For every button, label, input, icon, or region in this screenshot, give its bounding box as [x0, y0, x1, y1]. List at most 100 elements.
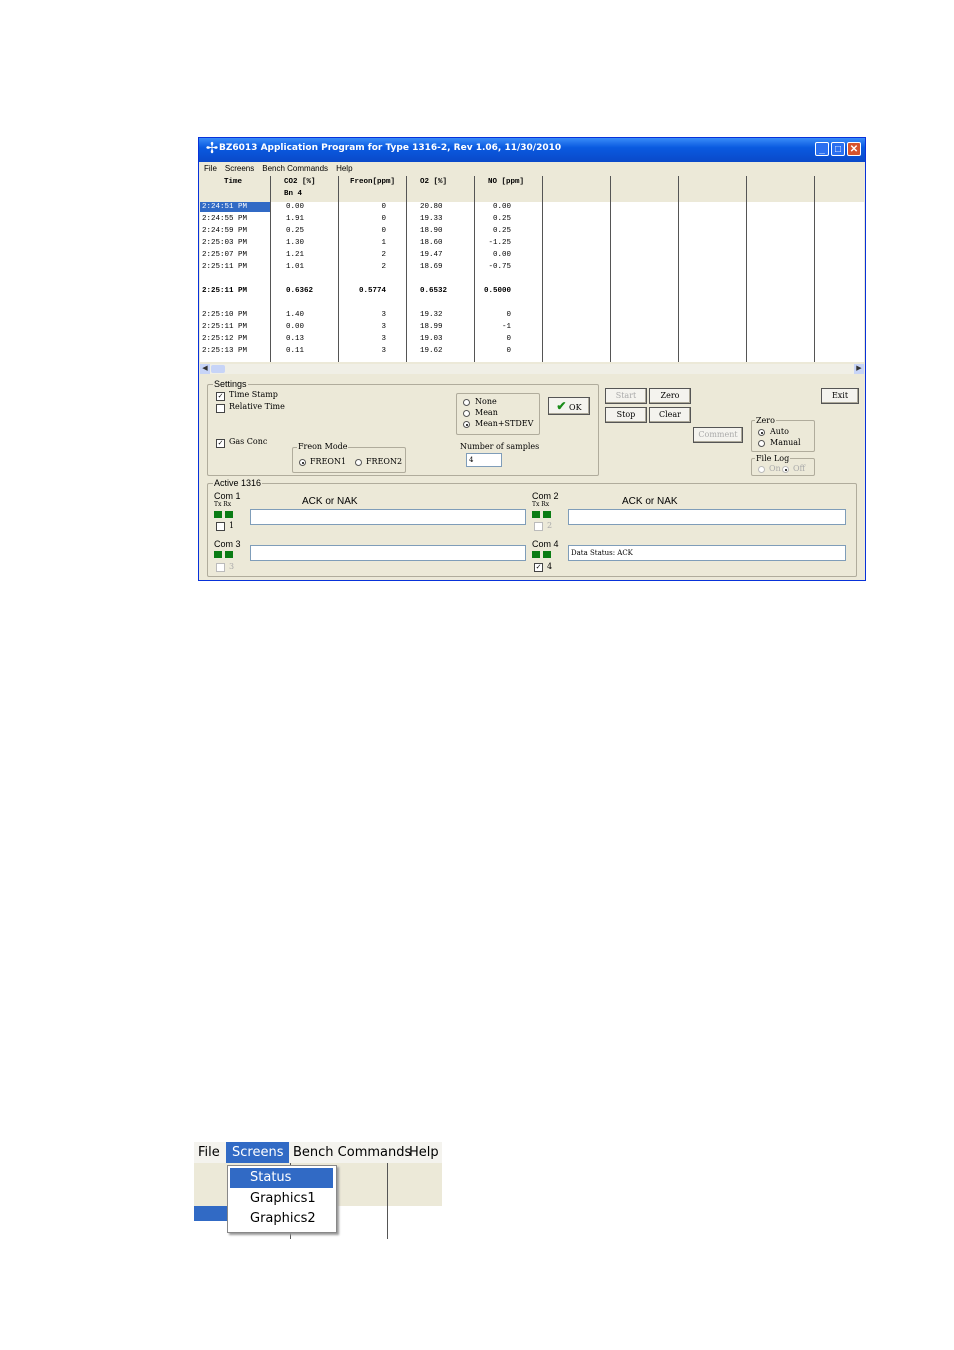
close-button[interactable]: ✕: [847, 142, 861, 156]
zoom-menu-bench-commands[interactable]: Bench Commands: [293, 1142, 411, 1163]
com4-checkbox[interactable]: ✓: [534, 563, 543, 572]
header-freon[interactable]: Freon[ppm]: [350, 178, 395, 186]
table-cell[interactable]: 1.40: [286, 311, 304, 319]
start-button[interactable]: Start: [605, 388, 647, 404]
minimize-button[interactable]: _: [815, 142, 829, 156]
none-radio[interactable]: [463, 399, 470, 406]
table-cell[interactable]: 0: [381, 227, 386, 235]
freon2-radio[interactable]: [355, 459, 362, 466]
table-cell[interactable]: 20.80: [420, 203, 443, 211]
header-time[interactable]: Time: [224, 178, 242, 186]
table-cell[interactable]: 0.25: [493, 215, 511, 223]
table-cell[interactable]: 0.00: [493, 203, 511, 211]
zoom-menu-file[interactable]: File: [198, 1142, 220, 1163]
log-off-radio[interactable]: [782, 466, 789, 473]
com2-status-field[interactable]: [568, 509, 846, 525]
time-stamp-checkbox[interactable]: ✓: [216, 392, 225, 401]
scroll-thumb[interactable]: [211, 365, 225, 373]
table-cell[interactable]: 0.00: [286, 203, 304, 211]
scroll-left-icon[interactable]: ◀: [200, 364, 210, 374]
row-time-cell[interactable]: 2:25:07 PM: [202, 251, 247, 259]
table-cell[interactable]: 0.11: [286, 347, 304, 355]
table-cell[interactable]: 0: [381, 203, 386, 211]
stop-button[interactable]: Stop: [605, 407, 647, 423]
com2-checkbox[interactable]: [534, 522, 543, 531]
freon1-radio[interactable]: [299, 459, 306, 466]
row-time-cell[interactable]: 2:24:55 PM: [202, 215, 247, 223]
table-cell[interactable]: -1: [502, 323, 511, 331]
table-cell[interactable]: -0.75: [488, 263, 511, 271]
table-cell[interactable]: 0.00: [493, 251, 511, 259]
table-cell[interactable]: 1.01: [286, 263, 304, 271]
num-samples-input[interactable]: 4: [466, 453, 502, 467]
table-cell[interactable]: 3: [381, 311, 386, 319]
ok-button[interactable]: ✔ OK: [548, 397, 590, 415]
scroll-right-icon[interactable]: ▶: [854, 364, 864, 374]
table-cell[interactable]: 0.25: [286, 227, 304, 235]
table-cell[interactable]: 0.5000: [484, 287, 511, 295]
clear-button[interactable]: Clear: [649, 407, 691, 423]
table-cell[interactable]: 1.30: [286, 239, 304, 247]
table-cell[interactable]: 3: [381, 347, 386, 355]
com1-status-field[interactable]: [250, 509, 526, 525]
table-cell[interactable]: -1.25: [488, 239, 511, 247]
table-cell[interactable]: 19.47: [420, 251, 443, 259]
com1-checkbox[interactable]: [216, 522, 225, 531]
table-cell[interactable]: 0.5774: [359, 287, 386, 295]
menu-bench-commands[interactable]: Bench Commands: [262, 164, 328, 173]
mean-stdev-radio[interactable]: [463, 421, 470, 428]
menu-file[interactable]: File: [204, 164, 217, 173]
table-cell[interactable]: 0.6532: [420, 287, 447, 295]
horizontal-scrollbar[interactable]: ◀ ▶: [200, 364, 864, 374]
table-cell[interactable]: 19.03: [420, 335, 443, 343]
table-cell[interactable]: 19.33: [420, 215, 443, 223]
table-cell[interactable]: 3: [381, 323, 386, 331]
table-cell[interactable]: 0: [506, 311, 511, 319]
table-cell[interactable]: 19.62: [420, 347, 443, 355]
exit-button[interactable]: Exit: [821, 388, 859, 404]
table-cell[interactable]: 2: [381, 263, 386, 271]
log-on-radio[interactable]: [758, 466, 765, 473]
header-o2[interactable]: O2 [%]: [420, 178, 447, 186]
menu-item-graphics1[interactable]: Graphics1: [230, 1189, 333, 1209]
mean-radio[interactable]: [463, 410, 470, 417]
zoom-menu-help[interactable]: Help: [409, 1142, 439, 1163]
maximize-button[interactable]: □: [831, 142, 845, 156]
menu-screens[interactable]: Screens: [225, 164, 254, 173]
table-cell[interactable]: 18.69: [420, 263, 443, 271]
row-time-cell[interactable]: 2:25:13 PM: [202, 347, 247, 355]
table-cell[interactable]: 2: [381, 251, 386, 259]
data-grid[interactable]: Time CO2 [%] Freon[ppm] O2 [%] NO [ppm] …: [200, 176, 864, 362]
table-cell[interactable]: 0.6362: [286, 287, 313, 295]
relative-time-checkbox[interactable]: [216, 404, 225, 413]
row-time-cell[interactable]: 2:25:11 PM: [202, 287, 247, 295]
comment-button[interactable]: Comment: [693, 427, 743, 443]
table-cell[interactable]: 0.13: [286, 335, 304, 343]
table-cell[interactable]: 0: [381, 215, 386, 223]
auto-radio[interactable]: [758, 429, 765, 436]
table-cell[interactable]: 0.25: [493, 227, 511, 235]
table-cell[interactable]: 3: [381, 335, 386, 343]
table-cell[interactable]: 1.21: [286, 251, 304, 259]
table-cell[interactable]: 18.99: [420, 323, 443, 331]
row-time-cell[interactable]: 2:25:12 PM: [202, 335, 247, 343]
gas-conc-checkbox[interactable]: ✓: [216, 439, 225, 448]
table-cell[interactable]: 0.00: [286, 323, 304, 331]
header-co2[interactable]: CO2 [%]: [284, 178, 316, 186]
table-cell[interactable]: 0: [506, 347, 511, 355]
table-cell[interactable]: 19.32: [420, 311, 443, 319]
menu-help[interactable]: Help: [336, 164, 352, 173]
row-time-cell[interactable]: 2:25:10 PM: [202, 311, 247, 319]
com4-status-field[interactable]: Data Status: ACK: [568, 545, 846, 561]
table-cell[interactable]: 0: [506, 335, 511, 343]
zoom-menu-screens[interactable]: Screens: [226, 1142, 290, 1163]
row-time-cell[interactable]: 2:25:11 PM: [202, 323, 247, 331]
row-time-cell[interactable]: 2:25:03 PM: [202, 239, 247, 247]
row-time-cell[interactable]: 2:25:11 PM: [202, 263, 247, 271]
table-cell[interactable]: 1: [381, 239, 386, 247]
com3-status-field[interactable]: [250, 545, 526, 561]
menu-item-status[interactable]: Status: [230, 1168, 333, 1188]
zero-button[interactable]: Zero: [649, 388, 691, 404]
header-no[interactable]: NO [ppm]: [488, 178, 524, 186]
com3-checkbox[interactable]: [216, 563, 225, 572]
